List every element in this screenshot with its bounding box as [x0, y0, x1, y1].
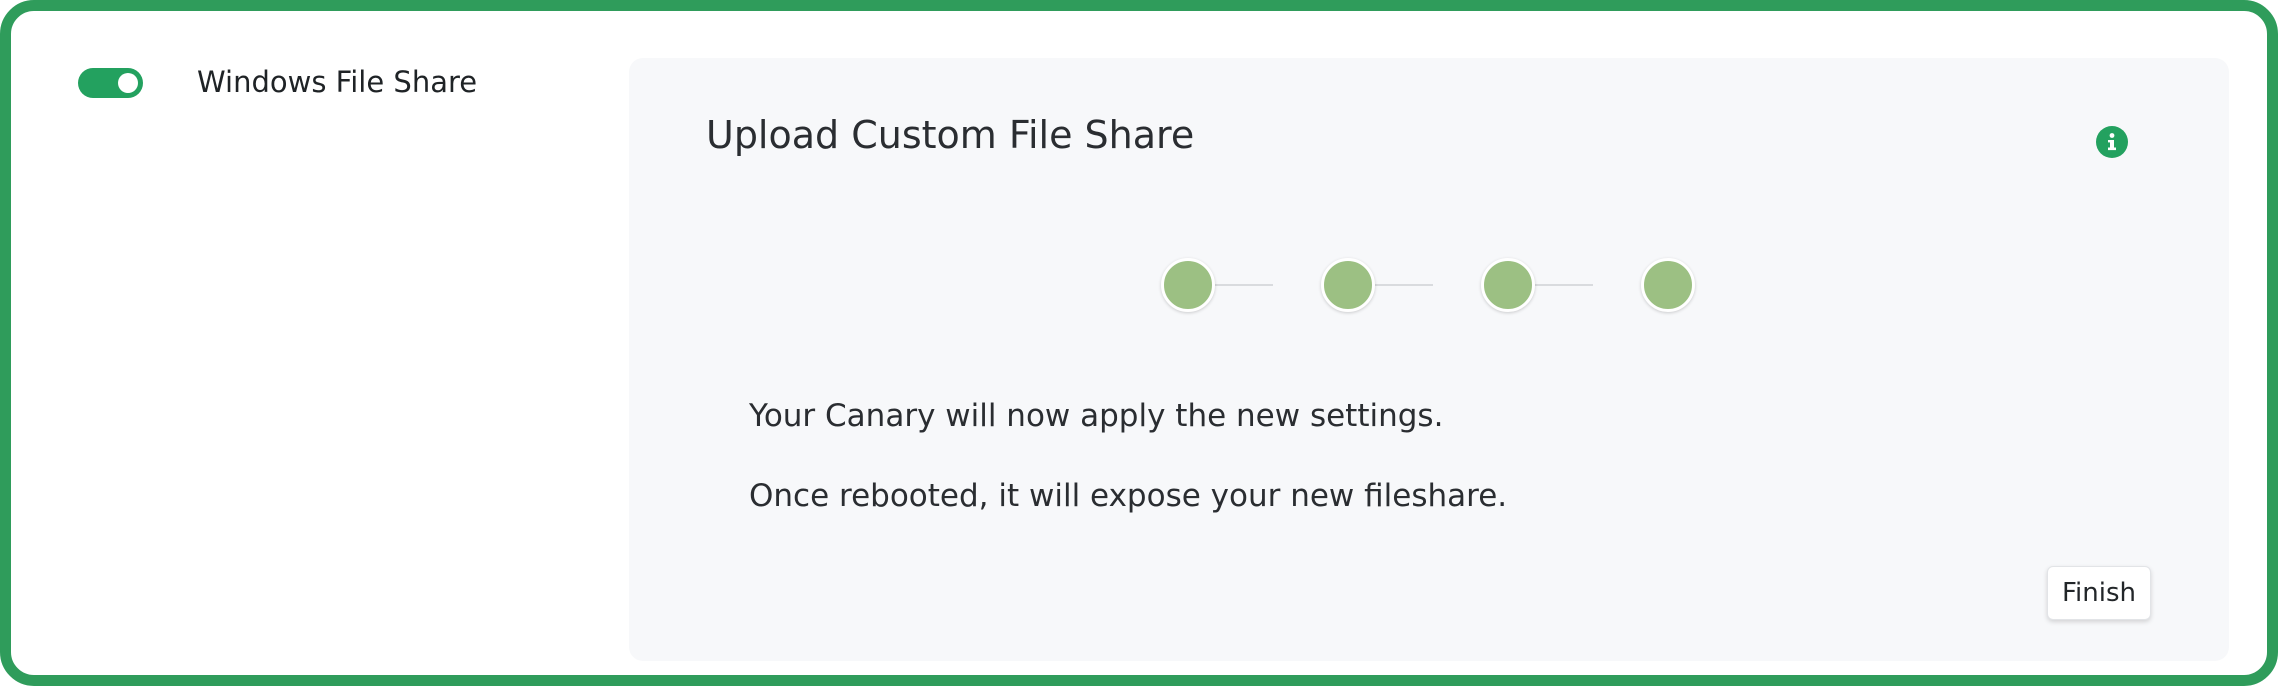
- step-3-dot: [1481, 258, 1535, 312]
- service-label: Windows File Share: [197, 65, 478, 99]
- step-2-dot: [1321, 258, 1375, 312]
- step-connector: [1371, 284, 1433, 286]
- apply-settings-message: Your Canary will now apply the new setti…: [749, 398, 1444, 434]
- wizard-stepper: [1161, 258, 1695, 318]
- info-icon[interactable]: [2096, 126, 2128, 158]
- step-1-dot: [1161, 258, 1215, 312]
- reboot-message: Once rebooted, it will expose your new f…: [749, 478, 1508, 514]
- windows-file-share-toggle[interactable]: [78, 68, 143, 98]
- wizard-title: Upload Custom File Share: [706, 113, 1195, 157]
- finish-button[interactable]: Finish: [2047, 566, 2151, 620]
- settings-card: Windows File Share Upload Custom File Sh…: [0, 0, 2278, 686]
- upload-wizard-panel: Upload Custom File Share Your Canary wil…: [629, 58, 2229, 661]
- info-glyph: [2108, 133, 2116, 151]
- step-connector: [1211, 284, 1273, 286]
- step-connector: [1531, 284, 1593, 286]
- step-4-dot: [1641, 258, 1695, 312]
- toggle-knob: [118, 73, 138, 93]
